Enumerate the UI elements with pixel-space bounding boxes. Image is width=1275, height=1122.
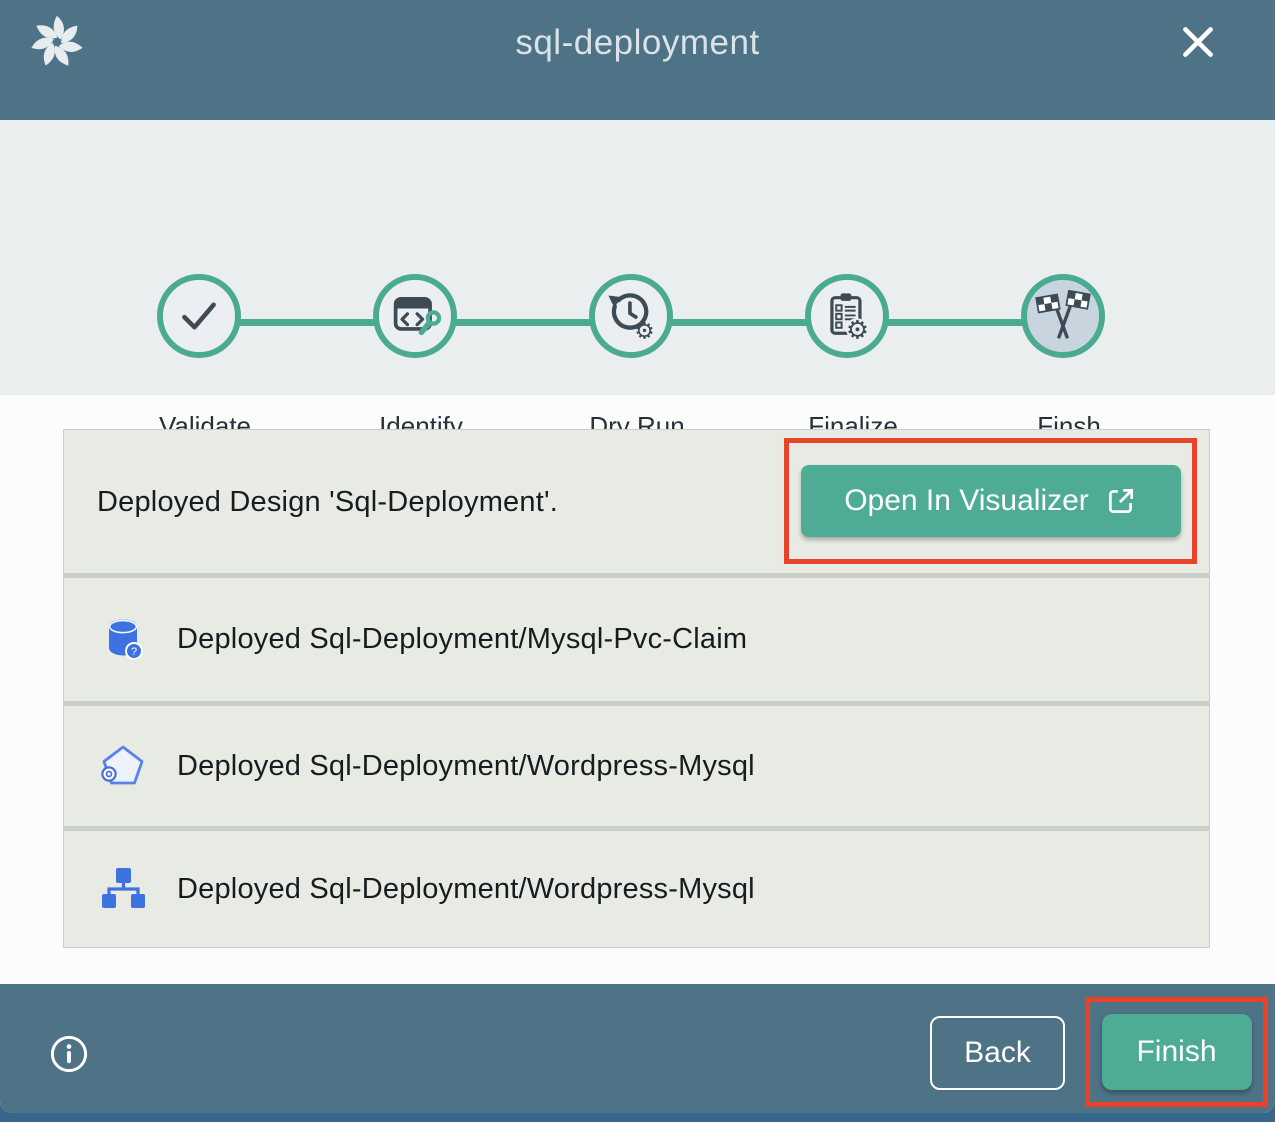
finish-button[interactable]: Finish (1102, 1014, 1252, 1090)
step-dry-run: ⚙ (589, 274, 673, 358)
database-icon: ? (97, 614, 149, 666)
open-in-visualizer-label: Open In Visualizer (844, 484, 1089, 518)
svg-text:⚙: ⚙ (634, 319, 654, 344)
deployed-design-row: Deployed Design 'Sql-Deployment'. Open I… (63, 429, 1210, 574)
back-button[interactable]: Back (930, 1016, 1065, 1090)
deployed-item-text: Deployed Sql-Deployment/Wordpress-Mysql (177, 750, 755, 783)
deployment-wizard-modal: sql-deployment (0, 0, 1275, 1113)
svg-text:?: ? (131, 646, 137, 658)
check-icon (172, 289, 226, 343)
close-icon[interactable] (1177, 21, 1219, 63)
deployed-item-row: Deployed Sql-Deployment/Wordpress-Mysql (63, 705, 1210, 827)
external-link-icon (1105, 485, 1137, 517)
sync-clock-gear-icon: ⚙ (603, 288, 659, 344)
deployed-item-row: Deployed Sql-Deployment/Wordpress-Mysql (63, 830, 1210, 948)
modal-footer: Back Finish (0, 984, 1275, 1113)
deployment-results-list: Deployed Design 'Sql-Deployment'. Open I… (63, 429, 1210, 948)
deployed-design-message: Deployed Design 'Sql-Deployment'. (97, 430, 558, 575)
code-window-wrench-icon (387, 288, 443, 344)
info-icon[interactable] (48, 1033, 90, 1075)
step-validate-design (157, 274, 241, 358)
clipboard-gear-icon: ⚙ (819, 288, 875, 344)
annotation-box-finish: Finish (1085, 997, 1268, 1107)
deployed-item-text: Deployed Sql-Deployment/Wordpress-Mysql (177, 873, 755, 906)
svg-text:⚙: ⚙ (846, 316, 869, 344)
deployed-item-text: Deployed Sql-Deployment/Mysql-Pvc-Claim (177, 623, 747, 656)
step-finish (1021, 274, 1105, 358)
annotation-box-visualizer: Open In Visualizer (784, 438, 1197, 564)
step-finalize-deployment: ⚙ (805, 274, 889, 358)
wizard-stepper: ⚙ ⚙ (0, 120, 1275, 395)
step-identify-environments (373, 274, 457, 358)
deployed-item-row: ? Deployed Sql-Deployment/Mysql-Pvc-Clai… (63, 577, 1210, 702)
checkered-flags-icon (1034, 290, 1092, 342)
topology-icon (97, 863, 149, 915)
modal-title: sql-deployment (0, 0, 1275, 86)
open-in-visualizer-button[interactable]: Open In Visualizer (801, 465, 1181, 537)
modal-header: sql-deployment (0, 0, 1275, 120)
pentagon-pod-icon (97, 740, 149, 792)
